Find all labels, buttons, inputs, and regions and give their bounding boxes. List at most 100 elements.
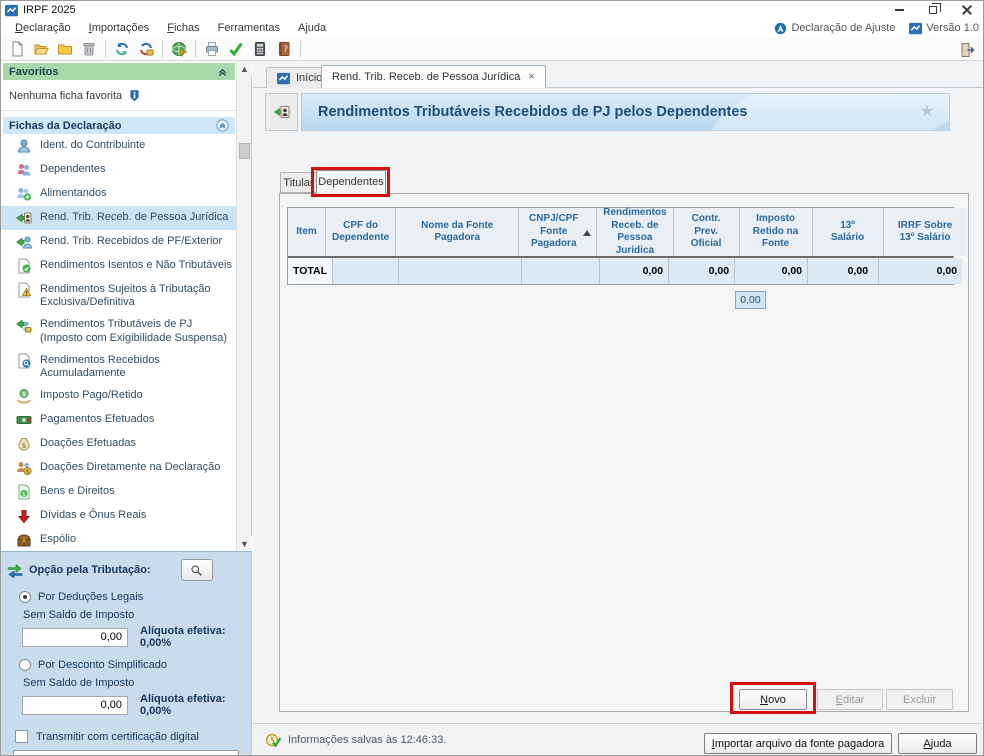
col-contr-prev[interactable]: Contr. Prev. Oficial	[674, 208, 740, 256]
calculator-icon[interactable]	[248, 38, 272, 59]
sidebar-item-rend-exclusiva[interactable]: Rendimentos Sujeitos à Tributação Exclus…	[1, 278, 237, 313]
tab-rend-trib-pj[interactable]: Rend. Trib. Receb. de Pessoa Jurídica ×	[321, 65, 546, 88]
scroll-up-icon[interactable]: ▲	[237, 61, 252, 76]
sidebar-item-alimentandos[interactable]: Alimentandos	[1, 182, 237, 206]
main-area: Início Rend. Trib. Receb. de Pessoa Jurí…	[253, 61, 984, 756]
col-rendimentos-pj[interactable]: Rendimentos Receb. de Pessoa Jurídica	[597, 208, 673, 256]
title-bar: IRPF 2025	[1, 1, 984, 19]
menu-declaracao[interactable]: Declaração	[7, 20, 79, 36]
importar-arquivo-button[interactable]: Importar arquivo da fonte pagadora	[704, 733, 892, 754]
col-irrf-13[interactable]: IRRF Sobre 13º Salário	[884, 208, 967, 256]
transmit-certificate-row[interactable]: Transmitir com certificação digital	[1, 717, 251, 743]
exit-icon[interactable]	[955, 39, 979, 60]
desconto-value-field[interactable]	[22, 696, 128, 715]
col-cnpj-fonte[interactable]: CNPJ/CPF Fonte Pagadora	[519, 208, 597, 256]
arrow-person-icon	[16, 234, 32, 250]
sidebar-item-doacoes-efetuadas[interactable]: $ Doações Efetuadas	[1, 432, 237, 456]
total-nome	[399, 258, 522, 284]
sidebar-item-doacoes-declaracao[interactable]: $ Doações Diretamente na Declaração	[1, 456, 237, 480]
sidebar-item-pagamentos[interactable]: Pagamentos Efetuados	[1, 408, 237, 432]
sidebar-scrollbar[interactable]: ▲ ▼	[236, 61, 251, 551]
favorites-empty-row: Nenhuma ficha favorita	[1, 80, 237, 111]
sidebar-item-rend-acumuladamente[interactable]: Rendimentos Recebidos Acumuladamente	[1, 349, 237, 384]
excluir-button[interactable]: Excluir	[886, 689, 953, 710]
deducoes-note: Sem Saldo de Imposto	[1, 603, 251, 621]
document-tabstrip: Início Rend. Trib. Receb. de Pessoa Jurí…	[253, 61, 984, 88]
minimize-button[interactable]	[893, 4, 905, 16]
editar-button[interactable]: Editar	[817, 689, 883, 710]
transmit-secure-icon[interactable]	[134, 38, 158, 59]
back-arrow-person-icon	[274, 104, 290, 120]
transmit-certificate-checkbox[interactable]	[15, 730, 28, 743]
trash-icon[interactable]	[77, 38, 101, 59]
option-desconto-simplificado[interactable]: Por Desconto Simplificado	[1, 649, 251, 671]
window-title: IRPF 2025	[23, 4, 76, 16]
favorites-header[interactable]: Favoritos	[3, 63, 235, 80]
menu-ferramentas[interactable]: Ferramentas	[210, 20, 288, 36]
ajuda-button[interactable]: Ajuda	[898, 733, 977, 754]
open-folder-icon[interactable]	[29, 38, 53, 59]
verify-check-icon[interactable]	[224, 38, 248, 59]
entregar-declaracao-button[interactable]: Entregar Declaração	[13, 750, 239, 756]
col-13-salario[interactable]: 13º Salário	[813, 208, 884, 256]
floating-value-chip: 0,00	[735, 291, 766, 309]
radio-deducoes-legais[interactable]	[19, 591, 31, 603]
banknote-icon	[16, 412, 32, 428]
help-book-icon[interactable]: ?	[272, 38, 296, 59]
scroll-down-icon[interactable]: ▼	[237, 536, 252, 551]
col-imposto-retido[interactable]: Imposto Retido na Fonte	[740, 208, 813, 256]
sidebar-item-ident-contribuinte[interactable]: Ident. do Contribuinte	[1, 134, 237, 158]
deducoes-value-field[interactable]	[22, 628, 128, 647]
restore-button[interactable]	[927, 4, 939, 16]
toolbar: ?	[1, 37, 984, 61]
menu-importacoes[interactable]: Importações	[81, 20, 158, 36]
transmit-icon[interactable]	[110, 38, 134, 59]
inner-tab-titular[interactable]: Titular	[280, 172, 317, 193]
sidebar-item-dependentes[interactable]: Dependentes	[1, 158, 237, 182]
total-rendimentos: 0,00	[600, 258, 669, 284]
option-deducoes-legais[interactable]: Por Deduções Legais	[1, 581, 251, 603]
tax-option-title: Opção pela Tributação:	[29, 564, 151, 576]
tab-close-icon[interactable]: ×	[528, 71, 534, 83]
collapse-chevrons-icon[interactable]	[216, 65, 229, 78]
deliver-globe-icon[interactable]	[167, 38, 191, 59]
close-button[interactable]	[961, 4, 973, 16]
novo-button[interactable]: Novo	[739, 689, 807, 710]
tax-option-panel: Opção pela Tributação: Por Deduções Lega…	[1, 551, 251, 756]
declaration-sections-header[interactable]: Fichas da Declaração	[3, 117, 235, 134]
sidebar-item-imposto-pago[interactable]: $ Imposto Pago/Retido	[1, 384, 237, 408]
people-plus-icon	[16, 186, 32, 202]
folder-icon[interactable]	[53, 38, 77, 59]
collapse-circle-icon[interactable]	[216, 119, 229, 132]
col-item[interactable]: Item	[288, 208, 326, 256]
sidebar-item-rend-trib-pj[interactable]: Rend. Trib. Receb. de Pessoa Jurídica	[1, 206, 237, 230]
menu-fichas[interactable]: Fichas	[159, 20, 207, 36]
table-total-row: TOTAL 0,00 0,00 0,00 0,00 0,00	[288, 256, 953, 284]
app-logo-icon	[277, 72, 290, 85]
sidebar-item-bens-direitos[interactable]: $ Bens e Direitos	[1, 480, 237, 504]
radio-desconto-simplificado[interactable]	[19, 659, 31, 671]
page-title: Rendimentos Tributáveis Recebidos de PJ …	[318, 104, 747, 120]
col-nome-fonte[interactable]: Nome da Fonte Pagadora	[396, 208, 519, 256]
sidebar-item-dividas[interactable]: Dívidas e Ônus Reais	[1, 504, 237, 528]
ajuste-badge-icon	[774, 22, 787, 35]
scrollbar-thumb[interactable]	[239, 143, 250, 159]
sidebar-item-rend-suspensa[interactable]: Rendimentos Tributáveis de PJ (Imposto c…	[1, 313, 237, 348]
irpf-application-window: IRPF 2025 Declaração Importações Fichas …	[0, 0, 984, 756]
search-icon	[190, 564, 203, 577]
rendimentos-table: Item CPF do Dependente Nome da Fonte Pag…	[287, 207, 954, 285]
total-13-salario: 0,00	[808, 258, 879, 284]
print-icon[interactable]	[200, 38, 224, 59]
search-button[interactable]	[181, 559, 213, 581]
total-imposto-retido: 0,00	[735, 258, 808, 284]
favorite-star-icon[interactable]: ★	[919, 101, 935, 122]
menu-ajuda[interactable]: Ajuda	[290, 20, 334, 36]
sidebar-item-rend-pf-exterior[interactable]: Rend. Trib. Recebidos de PF/Exterior	[1, 230, 237, 254]
new-document-icon[interactable]	[5, 38, 29, 59]
sidebar-item-espolio[interactable]: Espólio	[1, 528, 237, 551]
inner-tab-dependentes[interactable]: Dependentes	[316, 170, 386, 194]
col-cpf-dependente[interactable]: CPF do Dependente	[326, 208, 396, 256]
hand-coin-icon: $	[16, 388, 32, 404]
page-header-icon-box[interactable]	[265, 93, 298, 131]
sidebar-item-rend-isentos[interactable]: Rendimentos Isentos e Não Tributáveis	[1, 254, 237, 278]
